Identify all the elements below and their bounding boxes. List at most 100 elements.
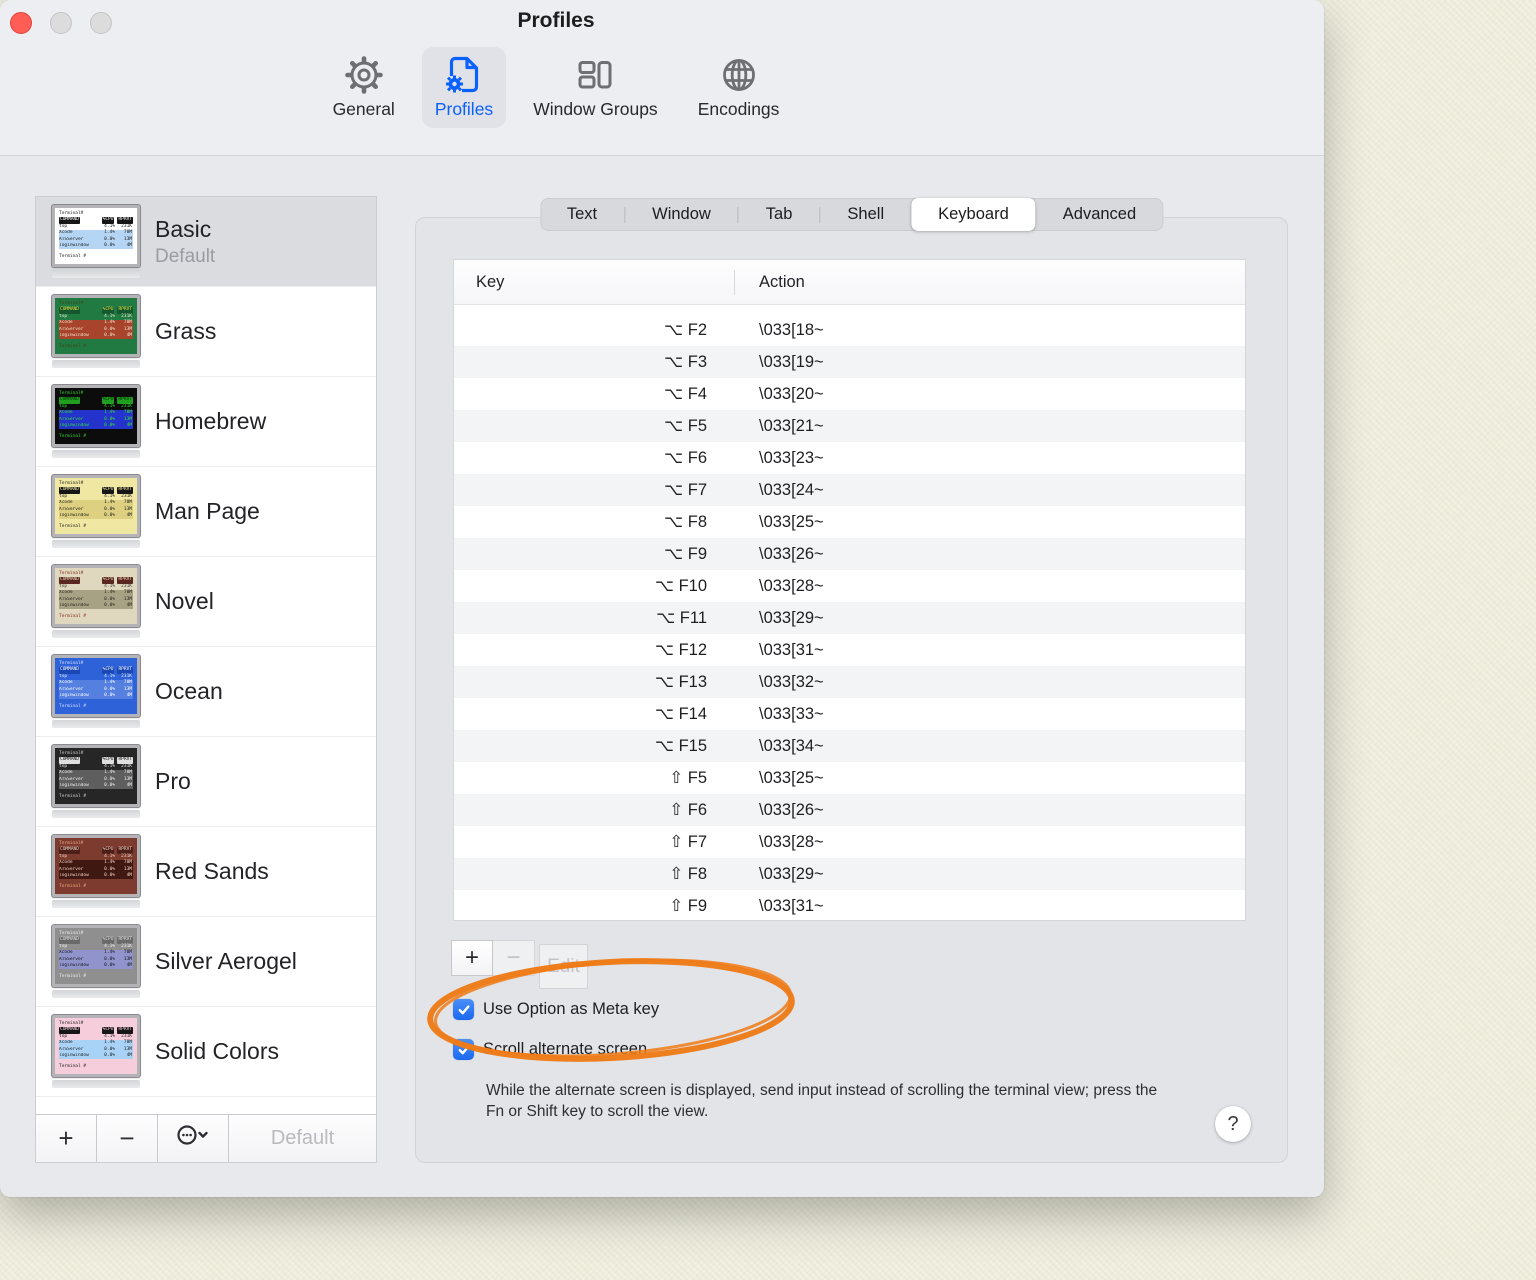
- toolbar-item-label: Window Groups: [533, 99, 658, 119]
- remove-key-button[interactable]: −: [493, 940, 535, 976]
- scroll-alternate-screen-checkbox[interactable]: [453, 1039, 474, 1060]
- column-header-key: Key: [476, 272, 505, 291]
- table-row[interactable]: ⌥ F14 \033[33~: [454, 698, 1245, 730]
- profile-item-red-sands[interactable]: Terminal# COMMAND %CPU RPRVT top 4.1% 231K Xcod…: [36, 827, 376, 917]
- toolbar: General Profiles Window Groups Encodings: [0, 47, 1112, 128]
- profile-thumbnail: Terminal# COMMAND %CPU RPRVT top 4.1% 231K Xcod…: [52, 565, 140, 638]
- table-body: ⌥ F2 \033[18~ ⌥ F3 \033[19~ ⌥ F4 \033[20~ ⌥ F5…: [454, 306, 1245, 920]
- column-divider: [734, 270, 735, 295]
- scroll-alternate-description: While the alternate screen is displayed,…: [486, 1082, 1158, 1120]
- action-cell: \033[31~: [759, 640, 824, 659]
- table-row[interactable]: ⌥ F3 \033[19~: [454, 346, 1245, 378]
- table-row[interactable]: ⇧ F7 \033[28~: [454, 826, 1245, 858]
- profile-item-homebrew[interactable]: Terminal# COMMAND %CPU RPRVT top 4.1% 231K Xcod…: [36, 377, 376, 467]
- toolbar-item-label: Profiles: [434, 99, 494, 119]
- action-cell: \033[29~: [759, 864, 824, 883]
- thumbnail-reflection: [52, 270, 140, 278]
- gear-icon: [343, 54, 385, 96]
- add-profile-button[interactable]: +: [36, 1115, 97, 1162]
- table-row[interactable]: ⌥ F10 \033[28~: [454, 570, 1245, 602]
- thumbnail-reflection: [52, 900, 140, 908]
- table-row[interactable]: ⌥ F12 \033[31~: [454, 634, 1245, 666]
- toolbar-item-label: General: [332, 99, 395, 119]
- profile-item-man-page[interactable]: Terminal# COMMAND %CPU RPRVT top 4.1% 231K Xcod…: [36, 467, 376, 557]
- key-cell: ⌥ F11: [656, 609, 707, 627]
- settings-groupbox: Text Window Tab Shell Keyboard Advanced …: [415, 198, 1288, 1163]
- thumbnail-reflection: [52, 810, 140, 818]
- profile-item-pro[interactable]: Terminal# COMMAND %CPU RPRVT top 4.1% 231K Xcod…: [36, 737, 376, 827]
- profile-name: Grass: [155, 318, 217, 344]
- use-option-as-meta-checkbox[interactable]: [453, 999, 474, 1020]
- thumbnail-reflection: [52, 630, 140, 638]
- tab-text[interactable]: Text: [540, 198, 624, 231]
- help-button[interactable]: ?: [1215, 1106, 1251, 1142]
- tab-tab[interactable]: Tab: [739, 198, 820, 231]
- profile-thumbnail: Terminal# COMMAND %CPU RPRVT top 4.1% 231K Xcod…: [52, 385, 140, 458]
- tab-shell[interactable]: Shell: [820, 198, 911, 231]
- key-cell: ⌥ F10: [654, 577, 707, 595]
- add-key-button[interactable]: +: [451, 940, 493, 976]
- table-row[interactable]: ⌥ F8 \033[25~: [454, 506, 1245, 538]
- action-cell: \033[29~: [759, 608, 824, 627]
- action-cell: \033[25~: [759, 768, 824, 787]
- toolbar-item-label: Encodings: [697, 99, 780, 119]
- table-row[interactable]: ⌥ F4 \033[20~: [454, 378, 1245, 410]
- action-cell: \033[26~: [759, 800, 824, 819]
- toolbar-item-window-groups[interactable]: Window Groups: [520, 47, 671, 128]
- profile-name: Novel: [155, 588, 214, 614]
- edit-key-button[interactable]: Edit: [539, 944, 588, 989]
- profile-name: Solid Colors: [155, 1038, 279, 1064]
- profile-item-novel[interactable]: Terminal# COMMAND %CPU RPRVT top 4.1% 231K Xcod…: [36, 557, 376, 647]
- table-row[interactable]: ⌥ F2 \033[18~: [454, 314, 1245, 346]
- table-row[interactable]: ⌥ F11 \033[29~: [454, 602, 1245, 634]
- document-gear-icon: [443, 54, 485, 96]
- profile-list-footer: + − Default: [36, 1114, 376, 1162]
- action-cell: \033[24~: [759, 480, 824, 499]
- profile-actions-menu-button[interactable]: [158, 1115, 229, 1162]
- action-cell: \033[33~: [759, 704, 824, 723]
- key-cell: ⌥ F5: [664, 417, 707, 435]
- table-row[interactable]: ⇧ F9 \033[31~: [454, 890, 1245, 920]
- tab-keyboard[interactable]: Keyboard: [911, 198, 1036, 231]
- table-row[interactable]: ⇧ F5 \033[25~: [454, 762, 1245, 794]
- profile-item-grass[interactable]: Terminal# COMMAND %CPU RPRVT top 4.1% 231K Xcod…: [36, 287, 376, 377]
- profile-item-solid-colors[interactable]: Terminal# COMMAND %CPU RPRVT top 4.1% 231K Xcod…: [36, 1007, 376, 1097]
- table-row[interactable]: ⌥ F9 \033[26~: [454, 538, 1245, 570]
- profile-thumbnail: Terminal# COMMAND %CPU RPRVT top 4.1% 231K Xcod…: [52, 745, 140, 818]
- key-cell: ⌥ F8: [664, 513, 707, 531]
- toolbar-item-encodings[interactable]: Encodings: [685, 47, 793, 128]
- table-row[interactable]: ⌥ F13 \033[32~: [454, 666, 1245, 698]
- toolbar-item-general[interactable]: General: [320, 47, 408, 128]
- profile-name: Silver Aerogel: [155, 948, 297, 974]
- tab-window[interactable]: Window: [625, 198, 738, 231]
- toolbar-item-profiles[interactable]: Profiles: [421, 47, 507, 128]
- profile-item-basic[interactable]: Terminal# COMMAND %CPU RPRVT top 4.1% 231K Xcod…: [36, 197, 376, 287]
- table-row[interactable]: ⌥ F7 \033[24~: [454, 474, 1245, 506]
- key-cell: ⇧ F8: [669, 865, 707, 883]
- default-profile-button[interactable]: Default: [229, 1115, 376, 1162]
- table-row[interactable]: ⌥ F6 \033[23~: [454, 442, 1245, 474]
- table-row[interactable]: ⇧ F8 \033[29~: [454, 858, 1245, 890]
- key-cell: ⇧ F9: [669, 897, 707, 915]
- scroll-alternate-screen-row: Scroll alternate screen: [453, 1039, 647, 1060]
- profile-name: Homebrew: [155, 408, 267, 434]
- table-row[interactable]: ⌥ F15 \033[34~: [454, 730, 1245, 762]
- action-cell: \033[18~: [759, 320, 824, 339]
- profile-item-ocean[interactable]: Terminal# COMMAND %CPU RPRVT top 4.1% 231K Xcod…: [36, 647, 376, 737]
- profile-list: Terminal# COMMAND %CPU RPRVT top 4.1% 231K Xcod…: [36, 197, 376, 1114]
- tab-advanced[interactable]: Advanced: [1036, 198, 1163, 231]
- action-cell: \033[32~: [759, 672, 824, 691]
- checkmark-icon: [458, 1004, 469, 1014]
- key-cell: ⌥ F14: [654, 705, 707, 723]
- remove-profile-button[interactable]: −: [97, 1115, 158, 1162]
- table-row[interactable]: ⇧ F6 \033[26~: [454, 794, 1245, 826]
- profile-name: Ocean: [155, 678, 223, 704]
- key-cell: ⇧ F7: [669, 833, 707, 851]
- table-row[interactable]: ⌥ F5 \033[21~: [454, 410, 1245, 442]
- profile-thumbnail: Terminal# COMMAND %CPU RPRVT top 4.1% 231K Xcod…: [52, 205, 140, 278]
- profile-thumbnail: Terminal# COMMAND %CPU RPRVT top 4.1% 231K Xcod…: [52, 835, 140, 908]
- thumbnail-reflection: [52, 360, 140, 368]
- scroll-alternate-screen-label: Scroll alternate screen: [483, 1040, 648, 1058]
- profile-item-silver-aerogel[interactable]: Terminal# COMMAND %CPU RPRVT top 4.1% 231K Xcod…: [36, 917, 376, 1007]
- action-cell: \033[34~: [759, 736, 824, 755]
